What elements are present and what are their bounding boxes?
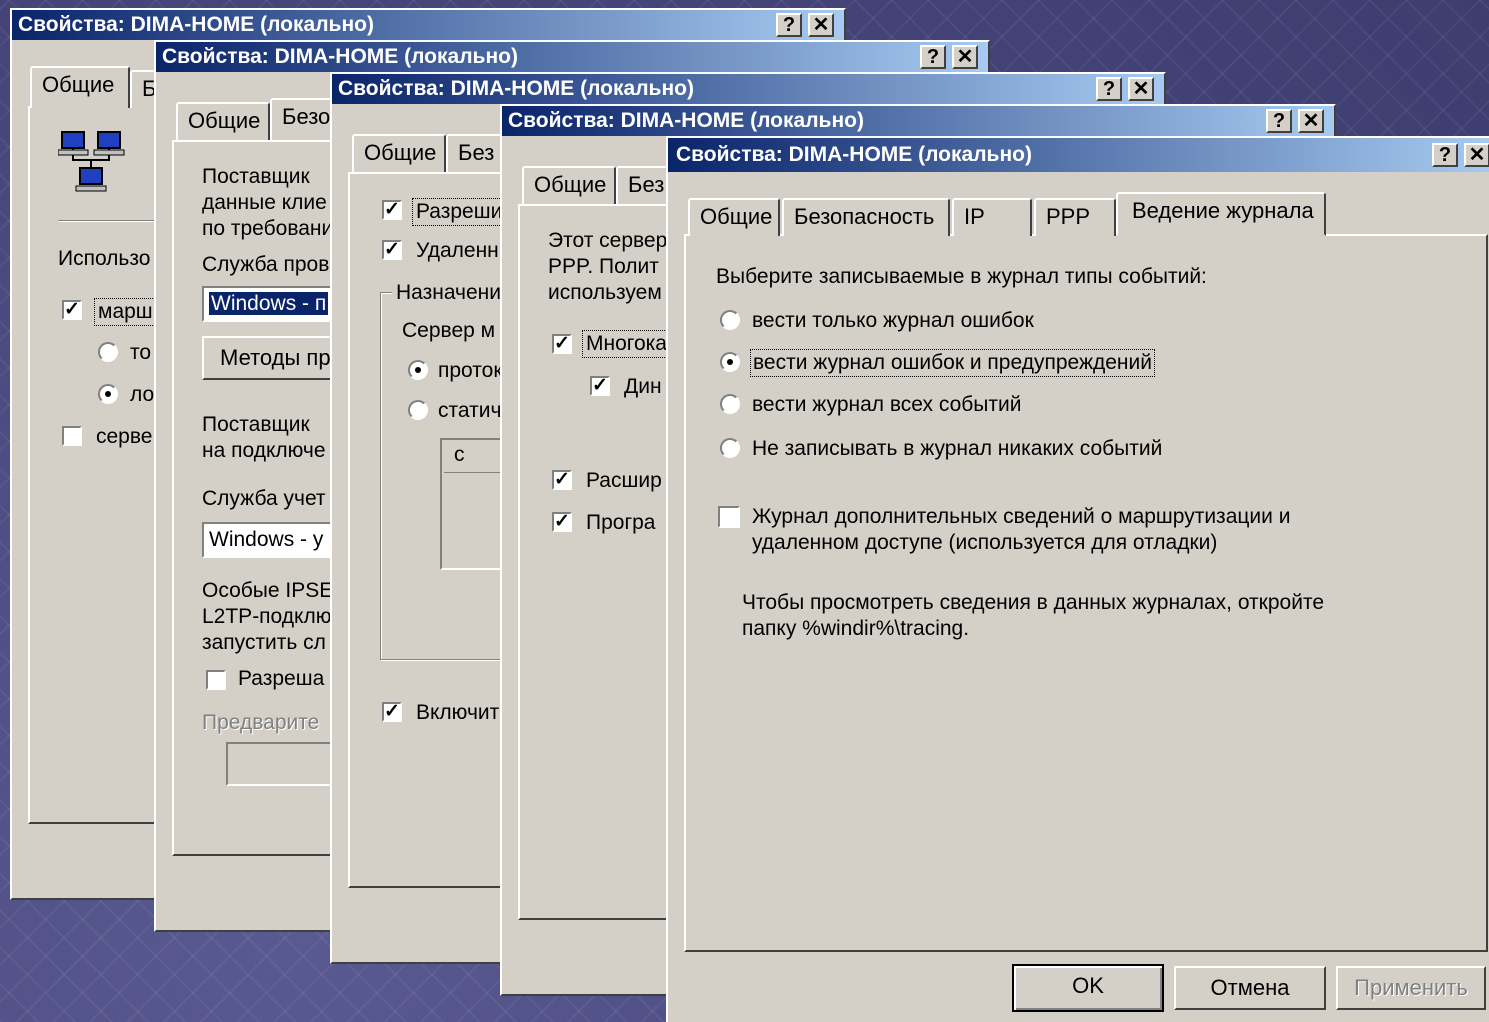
help-button[interactable]: ? xyxy=(776,13,802,37)
close-button[interactable]: ✕ xyxy=(808,13,834,37)
enable-checkbox[interactable]: ✓ xyxy=(382,702,402,722)
router-label: марш xyxy=(94,298,157,326)
log-types-prompt: Выберите записываемые в журнал типы собы… xyxy=(716,265,1207,288)
help-button[interactable]: ? xyxy=(1432,143,1458,167)
help-button[interactable]: ? xyxy=(1266,109,1292,133)
tab-general[interactable]: Общие xyxy=(30,66,130,108)
dynamic-bandwidth-label: Дин xyxy=(624,375,662,398)
ipsec-line-2: L2TP-подклю xyxy=(202,605,332,628)
apply-button[interactable]: Применить xyxy=(1336,966,1486,1010)
title-bar[interactable]: Свойства: DIMA-HOME (локально) ? ✕ xyxy=(156,42,988,72)
ipsec-line-1: Особые IPSE xyxy=(202,579,334,602)
tracing-info-line-2: папку %windir%\tracing. xyxy=(742,617,970,640)
multilink-checkbox[interactable]: ✓ xyxy=(552,334,572,354)
lcp-extensions-label: Расшир xyxy=(586,469,662,492)
window-title: Свойства: DIMA-HOME (локально) xyxy=(18,13,374,36)
extra-logging-label-line-1: Журнал дополнительных сведений о маршрут… xyxy=(752,505,1291,528)
tab-ip[interactable]: IP xyxy=(952,198,1032,236)
help-button[interactable]: ? xyxy=(1096,77,1122,101)
accounting-provider-line-1: Поставщик xyxy=(202,413,310,436)
provider-line-3: по требовани xyxy=(202,217,334,240)
accounting-provider-line-2: на подключе xyxy=(202,439,326,462)
title-bar[interactable]: Свойства: DIMA-HOME (локально) ? ✕ xyxy=(12,10,844,40)
dynamic-bandwidth-checkbox[interactable]: ✓ xyxy=(590,376,610,396)
ip-assignment-label: Назначени xyxy=(392,280,505,306)
remote-clients-checkbox[interactable]: ✓ xyxy=(382,240,402,260)
tab-general[interactable]: Общие xyxy=(522,166,616,204)
router-checkbox[interactable]: ✓ xyxy=(62,300,82,320)
dhcp-radio[interactable] xyxy=(408,360,428,380)
log-all-events-label[interactable]: вести журнал всех событий xyxy=(752,392,1021,418)
log-errors-warnings-radio[interactable] xyxy=(720,352,740,372)
window-title: Свойства: DIMA-HOME (локально) xyxy=(508,109,864,132)
ppp-desc-line-3: используем xyxy=(548,281,662,304)
provider-line-2: данные клие xyxy=(202,191,327,214)
ok-button[interactable]: OK xyxy=(1012,964,1164,1012)
lan-only-label: то xyxy=(130,341,152,364)
allow-ip-checkbox[interactable]: ✓ xyxy=(382,200,402,220)
dialog-window-logging: Свойства: DIMA-HOME (локально) ? ✕ Общие… xyxy=(666,136,1489,1022)
close-button[interactable]: ✕ xyxy=(1298,109,1324,133)
tab-security[interactable]: Без xyxy=(446,134,506,172)
extra-logging-checkbox[interactable] xyxy=(718,506,740,528)
log-none-label[interactable]: Не записывать в журнал никаких событий xyxy=(752,436,1162,462)
tracing-info-line-1: Чтобы просмотреть сведения в данных журн… xyxy=(742,591,1325,614)
title-bar[interactable]: Свойства: DIMA-HOME (локально) ? ✕ xyxy=(668,138,1489,172)
tab-logging[interactable]: Ведение журнала xyxy=(1116,192,1326,236)
accounting-service-label: Служба учет xyxy=(202,487,326,510)
log-errors-only-label[interactable]: вести только журнал ошибок xyxy=(752,308,1034,334)
close-button[interactable]: ✕ xyxy=(1464,143,1489,167)
use-label: Использо xyxy=(58,247,151,270)
tab-security[interactable]: Безопасность xyxy=(782,198,950,236)
auth-provider-value: Windows - п xyxy=(209,292,329,315)
preshared-key-label: Предварите xyxy=(202,711,320,734)
multilink-label: Многока xyxy=(582,330,671,358)
window-title: Свойства: DIMA-HOME (локально) xyxy=(338,77,694,100)
dhcp-label: проток xyxy=(438,359,503,382)
compression-checkbox[interactable]: ✓ xyxy=(552,512,572,532)
provider-line-1: Поставщик xyxy=(202,165,310,188)
log-errors-only-radio[interactable] xyxy=(720,310,740,330)
extra-logging-label-line-2: удаленном доступе (используется для отла… xyxy=(752,531,1218,554)
remote-clients-label: Удаленн xyxy=(416,239,499,262)
log-none-radio[interactable] xyxy=(720,438,740,458)
ppp-desc-line-2: PPP. Полит xyxy=(548,255,659,278)
close-button[interactable]: ✕ xyxy=(1128,77,1154,101)
ipsec-line-3: запустить сл xyxy=(202,631,326,654)
log-all-events-radio[interactable] xyxy=(720,394,740,414)
tab-general[interactable]: Общие xyxy=(176,102,270,140)
ppp-desc-line-1: Этот сервер xyxy=(548,229,668,252)
tab-ppp[interactable]: PPP xyxy=(1034,198,1116,236)
static-pool-radio[interactable] xyxy=(408,400,428,420)
cancel-button[interactable]: Отмена xyxy=(1174,966,1326,1010)
close-button[interactable]: ✕ xyxy=(952,45,978,69)
tab-general[interactable]: Общие xyxy=(352,134,446,172)
network-computers-icon xyxy=(57,128,128,194)
auth-service-label: Служба пров xyxy=(202,253,330,276)
lan-dial-radio[interactable] xyxy=(98,384,118,404)
title-bar[interactable]: Свойства: DIMA-HOME (локально) ? ✕ xyxy=(332,74,1164,104)
enable-label: Включит xyxy=(416,701,500,724)
log-errors-warnings-label[interactable]: вести журнал ошибок и предупреждений xyxy=(750,349,1155,377)
lan-dial-label: ло xyxy=(130,383,155,406)
title-bar[interactable]: Свойства: DIMA-HOME (локально) ? ✕ xyxy=(502,106,1334,136)
tab-general[interactable]: Общие xyxy=(688,198,780,236)
lan-only-radio[interactable] xyxy=(98,342,118,362)
help-button[interactable]: ? xyxy=(920,45,946,69)
remote-access-label: серве xyxy=(96,425,153,448)
static-pool-label: статич xyxy=(438,399,502,422)
window-title: Свойства: DIMA-HOME (локально) xyxy=(676,143,1032,166)
allow-ip-label: Разреши xyxy=(412,198,507,226)
allow-policy-label: Разреша xyxy=(238,667,325,690)
compression-label: Програ xyxy=(586,511,656,534)
allow-policy-checkbox[interactable] xyxy=(206,670,226,690)
lcp-extensions-checkbox[interactable]: ✓ xyxy=(552,470,572,490)
server-label: Сервер м xyxy=(402,319,496,342)
remote-access-checkbox[interactable] xyxy=(62,426,82,446)
window-title: Свойства: DIMA-HOME (локально) xyxy=(162,45,518,68)
